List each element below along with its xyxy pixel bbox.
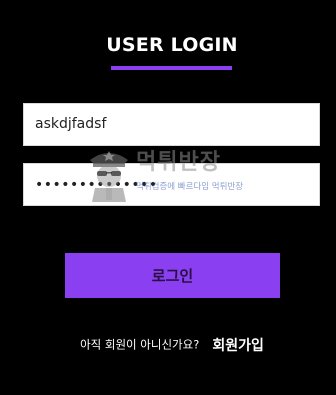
username-field[interactable]: askdjfadsf xyxy=(23,103,320,146)
username-value: askdjfadsf xyxy=(35,116,107,132)
signup-row: 아직 회원이 아니신가요? 회원가입 xyxy=(0,334,336,355)
page-title: USER LOGIN xyxy=(106,34,238,56)
password-field[interactable]: •••••••••••••• xyxy=(23,163,320,206)
title-underline xyxy=(111,66,232,70)
login-button[interactable]: 로그인 xyxy=(65,253,280,298)
signup-question: 아직 회원이 아니신가요? xyxy=(80,337,200,352)
login-panel: USER LOGIN askdjfadsf •••••••••••••• 먹튀반… xyxy=(0,0,336,395)
password-value: •••••••••••••• xyxy=(35,177,158,193)
signup-link[interactable]: 회원가입 xyxy=(212,338,264,354)
